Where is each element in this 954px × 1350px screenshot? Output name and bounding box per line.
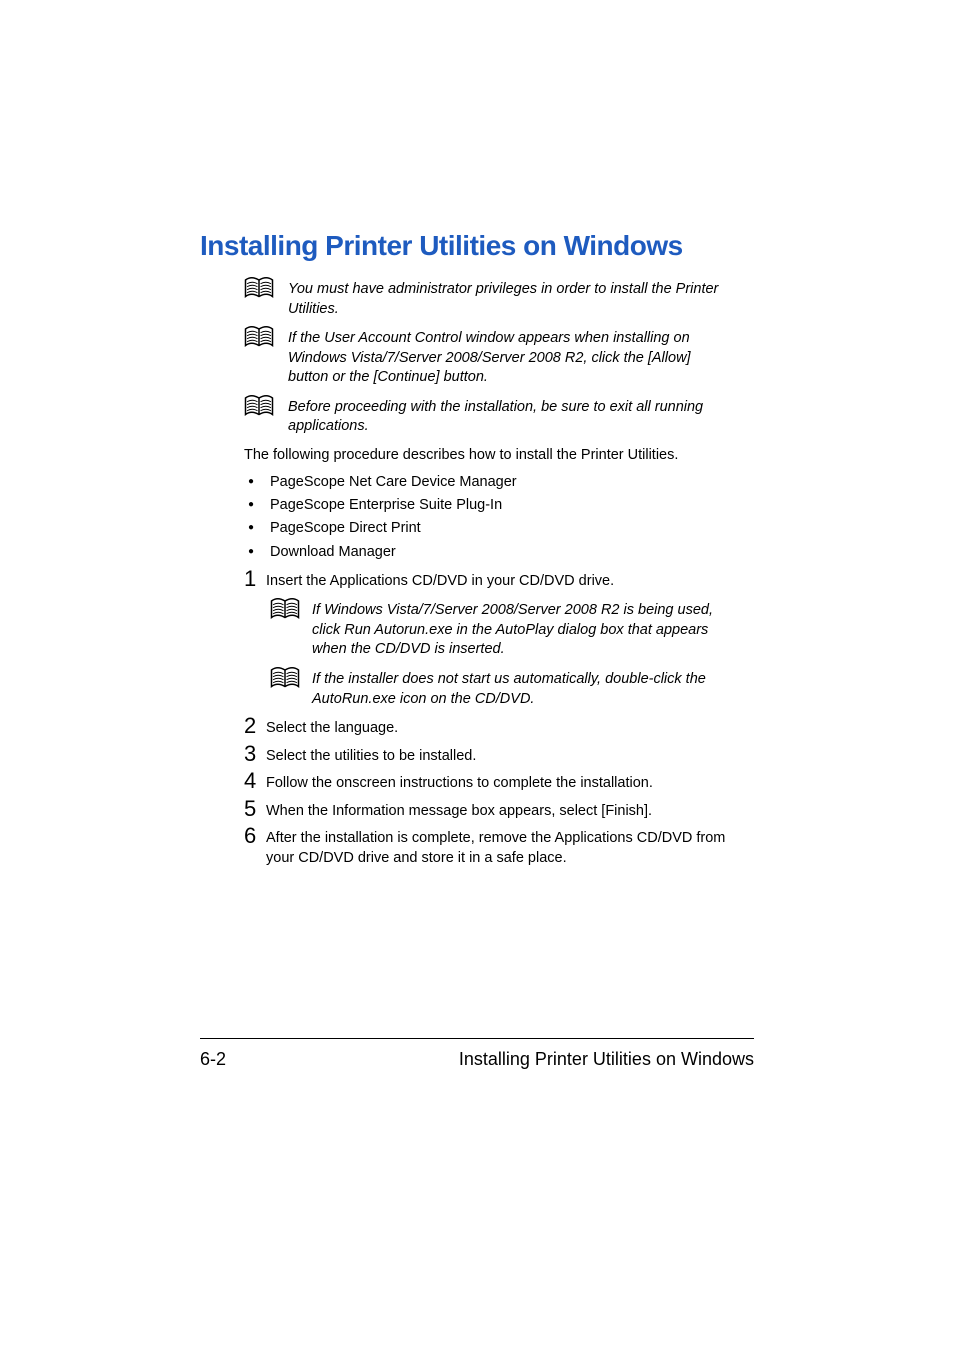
- note-text: If the installer does not start us autom…: [312, 670, 722, 709]
- list-item: PageScope Enterprise Suite Plug-In: [248, 494, 754, 517]
- step-text: When the Information message box appears…: [266, 798, 652, 822]
- intro-text: The following procedure describes how to…: [244, 447, 754, 463]
- sub-note: If Windows Vista/7/Server 2008/Server 20…: [270, 601, 754, 660]
- step-text: Select the language.: [266, 715, 398, 739]
- step-number: 4: [244, 770, 266, 792]
- list-item: PageScope Net Care Device Manager: [248, 471, 754, 494]
- footer-divider: [200, 1038, 754, 1039]
- step-text: Insert the Applications CD/DVD in your C…: [266, 568, 614, 592]
- book-icon: [244, 325, 280, 356]
- step-1: 1 Insert the Applications CD/DVD in your…: [244, 568, 754, 592]
- step-text: After the installation is complete, remo…: [266, 825, 736, 868]
- sub-note: If the installer does not start us autom…: [270, 670, 754, 709]
- book-icon: [244, 394, 280, 425]
- list-item: Download Manager: [248, 541, 754, 564]
- step-3: 3 Select the utilities to be installed.: [244, 743, 754, 767]
- note-text: You must have administrator privileges i…: [288, 280, 728, 319]
- page-footer: 6-2 Installing Printer Utilities on Wind…: [200, 1038, 754, 1070]
- step-2: 2 Select the language.: [244, 715, 754, 739]
- note-block: You must have administrator privileges i…: [244, 280, 754, 319]
- step-number: 2: [244, 715, 266, 737]
- step-number: 6: [244, 825, 266, 847]
- document-page: Installing Printer Utilities on Windows …: [0, 0, 954, 1350]
- book-icon: [270, 597, 304, 628]
- book-icon: [270, 666, 304, 697]
- note-text: Before proceeding with the installation,…: [288, 398, 728, 437]
- note-text: If the User Account Control window appea…: [288, 329, 728, 388]
- step-5: 5 When the Information message box appea…: [244, 798, 754, 822]
- step-4: 4 Follow the onscreen instructions to co…: [244, 770, 754, 794]
- step-number: 5: [244, 798, 266, 820]
- utility-list: PageScope Net Care Device Manager PageSc…: [248, 471, 754, 564]
- step-text: Follow the onscreen instructions to comp…: [266, 770, 653, 794]
- page-number: 6-2: [200, 1049, 226, 1070]
- note-text: If Windows Vista/7/Server 2008/Server 20…: [312, 601, 722, 660]
- book-icon: [244, 276, 280, 307]
- list-item: PageScope Direct Print: [248, 517, 754, 540]
- note-block: If the User Account Control window appea…: [244, 329, 754, 388]
- footer-title: Installing Printer Utilities on Windows: [459, 1049, 754, 1070]
- step-number: 3: [244, 743, 266, 765]
- step-text: Select the utilities to be installed.: [266, 743, 476, 767]
- step-6: 6 After the installation is complete, re…: [244, 825, 754, 868]
- note-block: Before proceeding with the installation,…: [244, 398, 754, 437]
- page-title: Installing Printer Utilities on Windows: [200, 230, 754, 262]
- step-number: 1: [244, 568, 266, 590]
